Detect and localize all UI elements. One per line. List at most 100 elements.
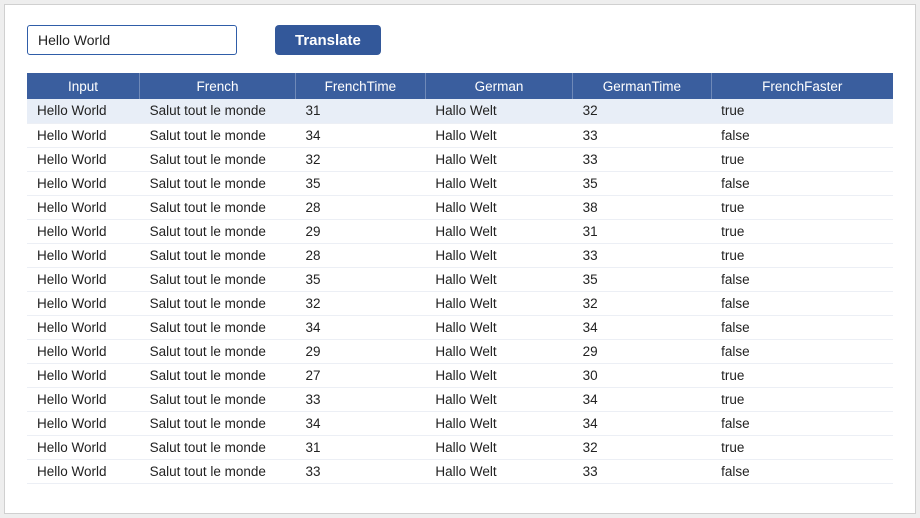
cell-frenchtime: 31: [295, 435, 425, 459]
cell-german: Hallo Welt: [425, 243, 572, 267]
cell-germantime: 38: [573, 195, 712, 219]
cell-input: Hello World: [27, 99, 140, 123]
cell-german: Hallo Welt: [425, 315, 572, 339]
cell-frenchfaster: true: [711, 243, 893, 267]
cell-french: Salut tout le monde: [140, 315, 296, 339]
table-row[interactable]: Hello WorldSalut tout le monde32Hallo We…: [27, 291, 893, 315]
cell-input: Hello World: [27, 387, 140, 411]
cell-input: Hello World: [27, 171, 140, 195]
table-row[interactable]: Hello WorldSalut tout le monde34Hallo We…: [27, 123, 893, 147]
cell-frenchfaster: false: [711, 171, 893, 195]
cell-germantime: 33: [573, 243, 712, 267]
cell-french: Salut tout le monde: [140, 411, 296, 435]
table-row[interactable]: Hello WorldSalut tout le monde29Hallo We…: [27, 339, 893, 363]
cell-germantime: 34: [573, 315, 712, 339]
table-row[interactable]: Hello WorldSalut tout le monde35Hallo We…: [27, 267, 893, 291]
cell-input: Hello World: [27, 435, 140, 459]
cell-german: Hallo Welt: [425, 99, 572, 123]
table-row[interactable]: Hello WorldSalut tout le monde32Hallo We…: [27, 147, 893, 171]
cell-frenchfaster: true: [711, 99, 893, 123]
cell-frenchtime: 35: [295, 171, 425, 195]
cell-frenchtime: 34: [295, 315, 425, 339]
results-table[interactable]: Input French FrenchTime German GermanTim…: [27, 73, 893, 484]
cell-input: Hello World: [27, 267, 140, 291]
col-header-french[interactable]: French: [140, 73, 296, 99]
table-row[interactable]: Hello WorldSalut tout le monde31Hallo We…: [27, 99, 893, 123]
table-row[interactable]: Hello WorldSalut tout le monde35Hallo We…: [27, 171, 893, 195]
cell-german: Hallo Welt: [425, 123, 572, 147]
cell-frenchtime: 28: [295, 195, 425, 219]
cell-french: Salut tout le monde: [140, 219, 296, 243]
table-header: Input French FrenchTime German GermanTim…: [27, 73, 893, 99]
cell-germantime: 29: [573, 339, 712, 363]
cell-frenchfaster: false: [711, 123, 893, 147]
cell-input: Hello World: [27, 291, 140, 315]
cell-germantime: 33: [573, 147, 712, 171]
cell-french: Salut tout le monde: [140, 363, 296, 387]
table-row[interactable]: Hello WorldSalut tout le monde34Hallo We…: [27, 411, 893, 435]
translate-button[interactable]: Translate: [275, 25, 381, 55]
cell-frenchfaster: true: [711, 363, 893, 387]
cell-french: Salut tout le monde: [140, 99, 296, 123]
cell-frenchfaster: true: [711, 195, 893, 219]
cell-german: Hallo Welt: [425, 363, 572, 387]
cell-frenchtime: 34: [295, 411, 425, 435]
cell-frenchfaster: false: [711, 267, 893, 291]
controls-row: Translate: [27, 25, 893, 55]
cell-germantime: 32: [573, 99, 712, 123]
cell-german: Hallo Welt: [425, 411, 572, 435]
cell-germantime: 35: [573, 171, 712, 195]
cell-frenchfaster: false: [711, 339, 893, 363]
cell-input: Hello World: [27, 219, 140, 243]
table-row[interactable]: Hello WorldSalut tout le monde28Hallo We…: [27, 243, 893, 267]
table-row[interactable]: Hello WorldSalut tout le monde27Hallo We…: [27, 363, 893, 387]
cell-frenchfaster: false: [711, 291, 893, 315]
table-row[interactable]: Hello WorldSalut tout le monde33Hallo We…: [27, 459, 893, 483]
table-row[interactable]: Hello WorldSalut tout le monde34Hallo We…: [27, 315, 893, 339]
source-text-input[interactable]: [27, 25, 237, 55]
cell-german: Hallo Welt: [425, 267, 572, 291]
col-header-frenchtime[interactable]: FrenchTime: [295, 73, 425, 99]
cell-german: Hallo Welt: [425, 147, 572, 171]
cell-frenchtime: 35: [295, 267, 425, 291]
cell-germantime: 33: [573, 459, 712, 483]
cell-input: Hello World: [27, 147, 140, 171]
cell-frenchtime: 32: [295, 291, 425, 315]
cell-frenchtime: 27: [295, 363, 425, 387]
cell-frenchtime: 32: [295, 147, 425, 171]
cell-frenchfaster: false: [711, 459, 893, 483]
cell-french: Salut tout le monde: [140, 339, 296, 363]
col-header-input[interactable]: Input: [27, 73, 140, 99]
col-header-germantime[interactable]: GermanTime: [573, 73, 712, 99]
cell-frenchtime: 33: [295, 459, 425, 483]
col-header-german[interactable]: German: [425, 73, 572, 99]
cell-french: Salut tout le monde: [140, 147, 296, 171]
cell-german: Hallo Welt: [425, 435, 572, 459]
cell-frenchtime: 31: [295, 99, 425, 123]
cell-french: Salut tout le monde: [140, 267, 296, 291]
table-row[interactable]: Hello WorldSalut tout le monde31Hallo We…: [27, 435, 893, 459]
cell-french: Salut tout le monde: [140, 387, 296, 411]
cell-frenchtime: 29: [295, 339, 425, 363]
table-row[interactable]: Hello WorldSalut tout le monde29Hallo We…: [27, 219, 893, 243]
cell-frenchfaster: false: [711, 315, 893, 339]
cell-germantime: 34: [573, 411, 712, 435]
cell-german: Hallo Welt: [425, 171, 572, 195]
cell-frenchtime: 33: [295, 387, 425, 411]
cell-input: Hello World: [27, 459, 140, 483]
cell-frenchfaster: true: [711, 435, 893, 459]
cell-german: Hallo Welt: [425, 459, 572, 483]
col-header-frenchfaster[interactable]: FrenchFaster: [711, 73, 893, 99]
cell-input: Hello World: [27, 123, 140, 147]
cell-input: Hello World: [27, 243, 140, 267]
cell-germantime: 34: [573, 387, 712, 411]
app-panel: Translate Input French FrenchTime German…: [4, 4, 916, 514]
cell-germantime: 33: [573, 123, 712, 147]
table-row[interactable]: Hello WorldSalut tout le monde33Hallo We…: [27, 387, 893, 411]
cell-french: Salut tout le monde: [140, 291, 296, 315]
table-row[interactable]: Hello WorldSalut tout le monde28Hallo We…: [27, 195, 893, 219]
cell-frenchfaster: true: [711, 147, 893, 171]
cell-input: Hello World: [27, 195, 140, 219]
cell-germantime: 30: [573, 363, 712, 387]
cell-germantime: 32: [573, 291, 712, 315]
